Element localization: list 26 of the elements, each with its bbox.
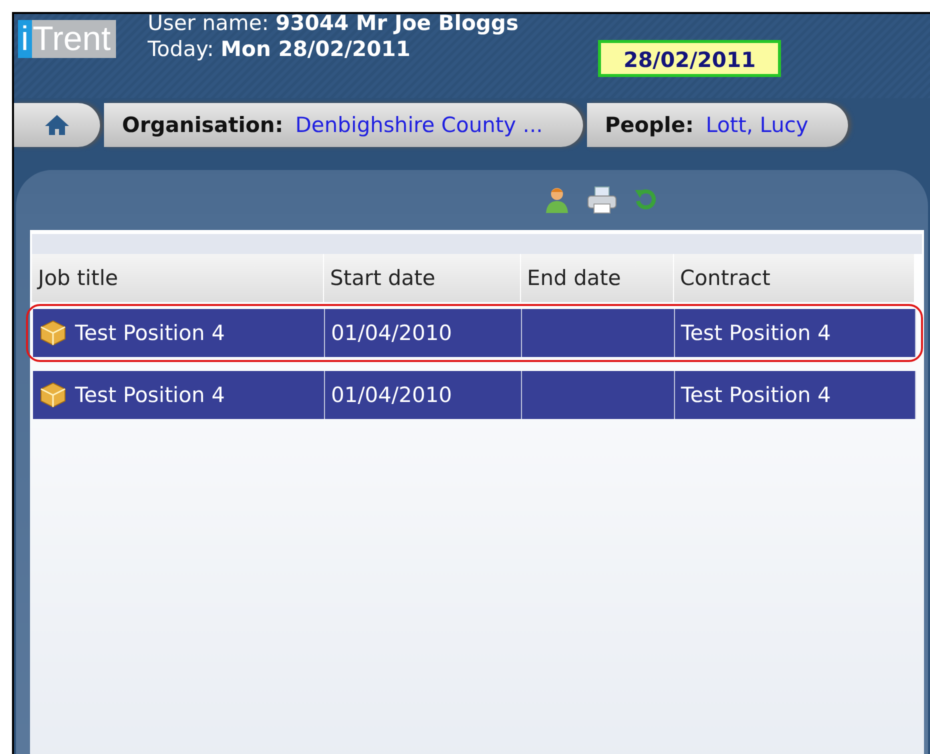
home-icon: [44, 114, 70, 136]
user-name-text: User name: 93044 Mr Joe Bloggs: [148, 14, 518, 36]
breadcrumb-label: People:: [604, 113, 694, 137]
column-header[interactable]: End date: [521, 254, 674, 302]
cell-text: Test Position 4: [75, 321, 225, 345]
column-header[interactable]: Contract: [674, 254, 915, 302]
breadcrumb-link[interactable]: Denbighshire County ...: [295, 113, 543, 137]
itrent-logo: iTrent: [18, 20, 116, 58]
cell-text: 01/04/2010: [331, 383, 452, 407]
home-button[interactable]: [14, 103, 100, 147]
today-text: Today: Mon 28/02/2011: [148, 36, 412, 62]
table-row[interactable]: Test Position 4 01/04/2010 Test Position 4: [33, 309, 916, 357]
effective-date-field[interactable]: 28/02/2011: [598, 40, 781, 77]
box-icon: [39, 381, 67, 409]
printer-icon: [586, 186, 618, 214]
box-icon: [39, 319, 67, 347]
cell-text: 01/04/2010: [331, 321, 452, 345]
cell-text: Test Position 4: [75, 383, 225, 407]
table-row[interactable]: Test Position 4 01/04/2010 Test Position 4: [33, 371, 916, 419]
breadcrumb-label: Organisation:: [122, 113, 284, 137]
cell-text: Test Position 4: [681, 321, 831, 345]
cell-text: Test Position 4: [681, 383, 831, 407]
print-button[interactable]: [586, 186, 618, 214]
breadcrumb-link[interactable]: Lott, Lucy: [706, 113, 808, 137]
column-header[interactable]: Start date: [324, 254, 521, 302]
column-header[interactable]: Job title: [32, 254, 324, 302]
